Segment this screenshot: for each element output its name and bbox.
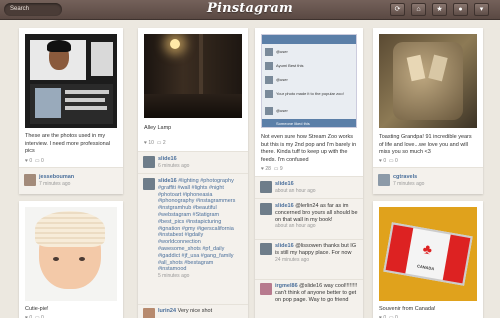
timestamp: 7 minutes ago	[393, 180, 425, 187]
photo-card[interactable]: Alley Lamp ♥ 10 ▭ 2 slide16 6 minutes ago…	[138, 28, 248, 318]
likes-count: 28	[265, 166, 271, 172]
avatar[interactable]	[143, 156, 155, 168]
photo-stats: ♥ 10 ▭ 2	[144, 140, 166, 146]
comments-count: 2	[162, 140, 166, 146]
username-link[interactable]: lurin24	[158, 308, 176, 314]
avatar[interactable]	[260, 243, 272, 255]
home-icon: ⌂	[416, 6, 421, 13]
photo-card[interactable]: These are the photos used in my intervie…	[19, 28, 123, 194]
username-link[interactable]: jessebouman	[39, 174, 74, 180]
profile-button[interactable]: ●	[453, 3, 468, 16]
likes-count: 0	[29, 158, 33, 164]
divider	[138, 173, 248, 174]
avatar[interactable]	[260, 203, 272, 215]
comment-text: #lighting #photography #graffiti #wall #…	[158, 178, 236, 273]
timestamp: about an hour ago	[275, 187, 316, 194]
username-link[interactable]: irgmel86	[275, 283, 298, 289]
photo-card[interactable]: @user Ayumi Best this @user Your photo m…	[255, 28, 363, 318]
photo-caption: Not even sure how Stream Zoo works but t…	[261, 134, 357, 163]
photo-caption: Toasting Grandpa! 91 incredible years of…	[379, 134, 472, 155]
avatar[interactable]	[143, 178, 155, 190]
username-link[interactable]: slide16	[275, 181, 294, 187]
avatar[interactable]	[143, 308, 155, 318]
timestamp: 7 minutes ago	[39, 180, 71, 187]
photo-caption: These are the photos used in my intervie…	[25, 133, 110, 154]
username-link[interactable]: slide16	[275, 203, 294, 209]
photo-caption: Souvenir from Canada!	[379, 306, 436, 312]
avatar[interactable]	[378, 174, 390, 186]
divider	[138, 304, 248, 305]
photo-card[interactable]: ♣ CANADA Souvenir from Canada! ♥ 0 ▭ 0	[373, 201, 483, 318]
chevron-down-icon: ▾	[479, 6, 484, 13]
username-link[interactable]: slide16	[158, 178, 177, 184]
photo[interactable]	[25, 207, 117, 301]
comment-text: Very nice shot	[177, 308, 213, 314]
divider	[255, 198, 363, 199]
refresh-icon: ⟳	[394, 6, 401, 13]
comments-count: 9	[279, 166, 283, 172]
comments-count: 0	[395, 158, 398, 164]
timestamp: about an hour ago	[275, 223, 316, 230]
user-icon: ●	[458, 6, 463, 13]
username-link[interactable]: cgtravels	[393, 174, 417, 180]
avatar[interactable]	[260, 181, 272, 193]
username-link[interactable]: slide16	[158, 156, 177, 162]
photo-stats: ♥ 0 ▭ 0	[25, 158, 44, 164]
favorites-button[interactable]: ★	[432, 3, 447, 16]
star-icon: ★	[436, 6, 443, 13]
avatar[interactable]	[24, 174, 36, 186]
photo[interactable]	[144, 34, 242, 118]
divider	[255, 239, 363, 240]
photo[interactable]: ♣ CANADA	[379, 207, 477, 301]
refresh-button[interactable]: ⟳	[390, 3, 405, 16]
comments-count: 0	[41, 158, 44, 164]
photo-card[interactable]: Cutie-pie! ♥ 0 ▭ 0	[19, 201, 123, 318]
photo-stats: ♥ 0 ▭ 0	[379, 158, 398, 164]
photo[interactable]	[379, 34, 477, 128]
photo-card[interactable]: Toasting Grandpa! 91 incredible years of…	[373, 28, 483, 194]
avatar[interactable]	[260, 283, 272, 295]
photo-caption: Cutie-pie!	[25, 306, 49, 312]
photo-stats: ♥ 28 ▭ 9	[261, 166, 283, 172]
likes-count: 10	[148, 140, 154, 146]
photo[interactable]: @user Ayumi Best this @user Your photo m…	[261, 34, 357, 128]
menu-button[interactable]: ▾	[474, 3, 489, 16]
photo[interactable]	[25, 34, 117, 128]
timestamp: 5 minutes ago	[158, 273, 190, 280]
username-link[interactable]: slide16	[275, 243, 294, 249]
divider	[255, 279, 363, 280]
likes-count: 0	[383, 158, 387, 164]
home-button[interactable]: ⌂	[411, 3, 426, 16]
top-bar: Search Pinstagram ⟳ ⌂ ★ ● ▾	[0, 0, 500, 20]
photo-caption: Alley Lamp	[144, 125, 172, 131]
timestamp: 6 minutes ago	[158, 162, 190, 169]
timestamp: 24 minutes ago	[275, 256, 310, 263]
